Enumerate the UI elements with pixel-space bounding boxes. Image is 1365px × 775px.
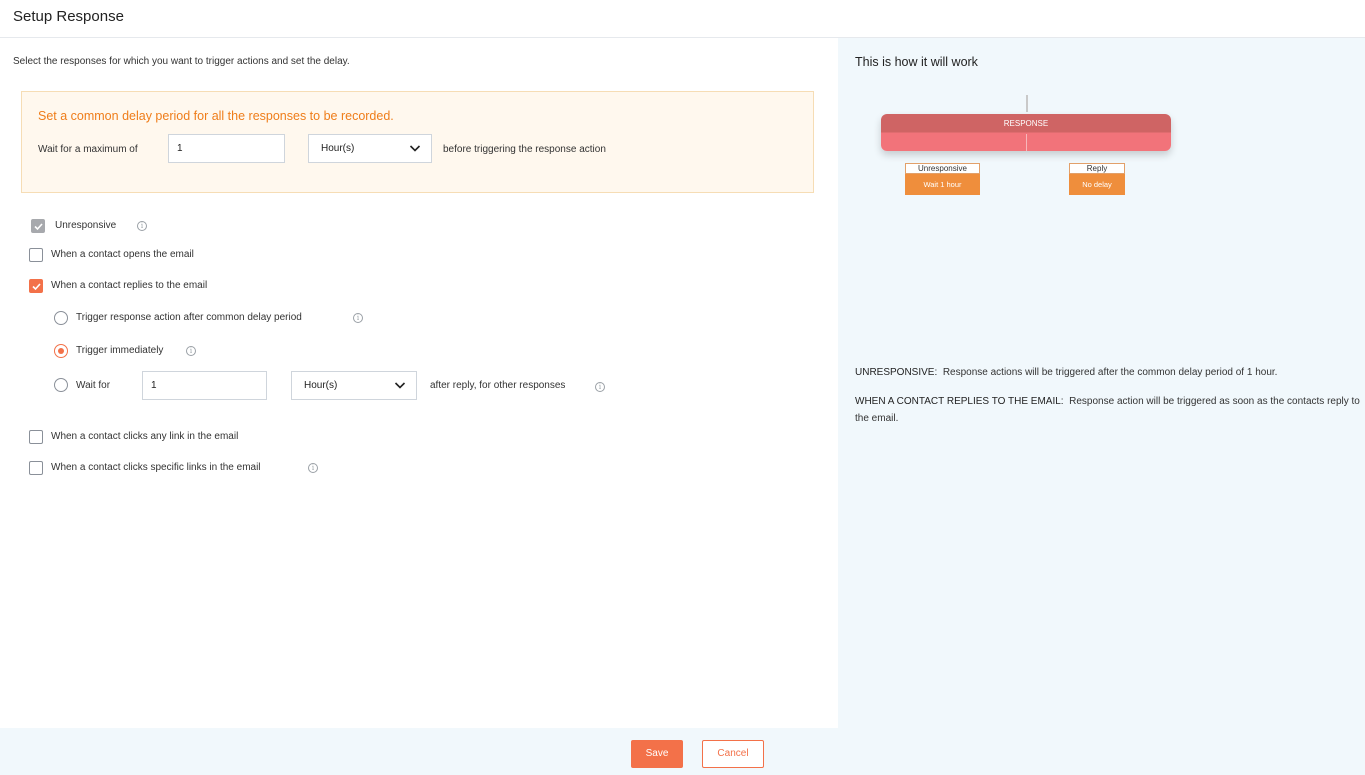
- branch-title: Reply: [1069, 163, 1125, 174]
- common-delay-box: Set a common delay period for all the re…: [21, 91, 814, 193]
- settings-panel: Select the responses for which you want …: [0, 38, 838, 728]
- description-key: UNRESPONSIVE:: [855, 367, 938, 378]
- branch-delay: Wait 1 hour: [905, 174, 980, 195]
- unresponsive-label: Unresponsive: [55, 220, 117, 231]
- wait-maximum-label: Wait for a maximum of: [38, 144, 138, 155]
- common-delay-heading: Set a common delay period for all the re…: [38, 109, 394, 123]
- checkmark-icon: [32, 283, 41, 291]
- replies-email-checkbox[interactable]: [29, 279, 43, 293]
- info-icon[interactable]: i: [595, 382, 605, 392]
- clicks-specific-links-checkbox[interactable]: [29, 461, 43, 475]
- chevron-down-icon: [409, 145, 421, 152]
- opens-email-label: When a contact opens the email: [51, 249, 194, 260]
- trigger-common-delay-radio[interactable]: [54, 311, 68, 325]
- reply-wait-value: 1: [151, 380, 157, 391]
- common-delay-after-label: before triggering the response action: [443, 144, 606, 155]
- clicks-specific-links-label: When a contact clicks specific links in …: [51, 462, 261, 473]
- flow-connector: [1026, 95, 1028, 112]
- info-icon[interactable]: i: [137, 221, 147, 231]
- response-bar-label: RESPONSE: [1003, 119, 1049, 128]
- response-flow-diagram: RESPONSE Unresponsive Wait 1 hour Reply …: [878, 93, 1178, 203]
- page-title: Setup Response: [13, 8, 124, 25]
- clicks-any-link-checkbox[interactable]: [29, 430, 43, 444]
- intro-text: Select the responses for which you want …: [13, 56, 350, 67]
- response-bar-divider: [1026, 134, 1027, 151]
- common-delay-value: 1: [177, 143, 183, 154]
- info-icon[interactable]: i: [308, 463, 318, 473]
- common-delay-unit-select[interactable]: Hour(s): [308, 134, 432, 163]
- info-icon[interactable]: i: [353, 313, 363, 323]
- branch-delay: No delay: [1069, 174, 1125, 195]
- reply-wait-unit-select[interactable]: Hour(s): [291, 371, 417, 400]
- clicks-any-link-label: When a contact clicks any link in the em…: [51, 431, 239, 442]
- preview-title: This is how it will work: [855, 55, 978, 69]
- branch-reply: Reply No delay: [1069, 163, 1125, 195]
- branch-unresponsive: Unresponsive Wait 1 hour: [905, 163, 980, 195]
- trigger-immediately-radio[interactable]: [54, 344, 68, 358]
- replies-email-label: When a contact replies to the email: [51, 280, 208, 291]
- reply-wait-unit-value: Hour(s): [304, 380, 338, 391]
- preview-panel: This is how it will work RESPONSE Unresp…: [838, 38, 1365, 775]
- reply-wait-after-label: after reply, for other responses: [430, 380, 566, 391]
- reply-wait-input[interactable]: 1: [142, 371, 267, 400]
- description-key: WHEN A CONTACT REPLIES TO THE EMAIL:: [855, 396, 1064, 407]
- chevron-down-icon: [394, 382, 406, 389]
- save-button[interactable]: Save: [631, 740, 683, 768]
- cancel-button[interactable]: Cancel: [702, 740, 764, 768]
- trigger-immediately-label: Trigger immediately: [76, 345, 164, 356]
- info-icon[interactable]: i: [186, 346, 196, 356]
- wait-for-radio[interactable]: [54, 378, 68, 392]
- common-delay-input[interactable]: 1: [168, 134, 285, 163]
- description-replies: WHEN A CONTACT REPLIES TO THE EMAIL: Res…: [855, 393, 1360, 427]
- trigger-common-delay-label: Trigger response action after common del…: [76, 312, 302, 323]
- description-text: Response actions will be triggered after…: [942, 367, 1278, 378]
- branch-title: Unresponsive: [905, 163, 980, 174]
- response-bar: RESPONSE: [881, 114, 1171, 151]
- description-unresponsive: UNRESPONSIVE: Response actions will be t…: [855, 364, 1360, 381]
- common-delay-unit-value: Hour(s): [321, 143, 355, 154]
- opens-email-checkbox[interactable]: [29, 248, 43, 262]
- checkmark-icon: [34, 223, 43, 231]
- unresponsive-checkbox[interactable]: [31, 219, 45, 233]
- wait-for-label: Wait for: [76, 380, 111, 391]
- page-header: Setup Response: [0, 0, 1365, 38]
